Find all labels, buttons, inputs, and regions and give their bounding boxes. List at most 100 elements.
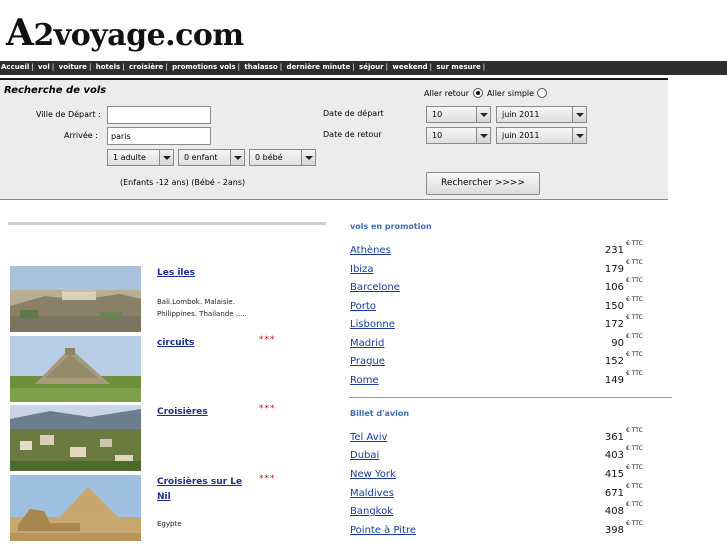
promo-city-link[interactable]: Madrid	[350, 338, 384, 349]
one-way-label: Aller simple	[487, 89, 535, 98]
section-divider	[349, 397, 672, 398]
destination-title-croisieres[interactable]: Croisières	[157, 405, 208, 420]
promo-price: 149	[604, 375, 624, 386]
search-submit-button[interactable]: Rechercher >>>>	[426, 172, 540, 195]
chevron-down-icon	[159, 150, 173, 165]
billet-city-link[interactable]: Bangkok	[350, 506, 393, 517]
nav-item-weekend[interactable]: weekend	[392, 63, 427, 71]
billet-city-link[interactable]: Tel Aviv	[350, 432, 387, 443]
destination-image-croisieres-nil[interactable]	[10, 475, 141, 541]
promo-row: Porto 150 € TTC	[350, 296, 650, 317]
nav-item-sejour[interactable]: séjour	[359, 63, 384, 71]
promo-city-link[interactable]: Lisbonne	[350, 319, 395, 330]
promo-unit: € TTC	[626, 296, 643, 303]
nav-item-thalasso[interactable]: thalasso	[244, 63, 277, 71]
promo-price: 152	[604, 356, 624, 367]
promo-price: 179	[604, 264, 624, 275]
nav-item-voiture[interactable]: voiture	[59, 63, 87, 71]
billet-row: Bangkok 408 € TTC	[350, 501, 650, 522]
promo-row: Madrid 90 € TTC	[350, 333, 650, 354]
left-column-divider	[8, 222, 326, 225]
chevron-down-icon	[301, 150, 315, 165]
promo-row: Ibiza 179 € TTC	[350, 259, 650, 280]
destination-image-circuits[interactable]	[10, 336, 141, 402]
departure-day-select[interactable]: 10	[426, 106, 491, 123]
destination-title-circuits[interactable]: circuits	[157, 336, 194, 351]
billet-city-link[interactable]: Maldives	[350, 488, 394, 499]
billet-city-link[interactable]: Pointe à Pitre	[350, 525, 416, 536]
billet-unit: € TTC	[626, 445, 643, 452]
destination-stars-croisieres: ***	[259, 404, 276, 414]
promo-city-link[interactable]: Rome	[350, 375, 379, 386]
destination-desc-les-iles-2: Philippines. Thailande .....	[157, 310, 247, 318]
billet-price: 398	[604, 525, 624, 536]
depart-city-input[interactable]	[107, 106, 211, 124]
billet-unit: € TTC	[626, 483, 643, 490]
promo-city-link[interactable]: Prague	[350, 356, 385, 367]
nav-item-hotels[interactable]: hotels	[96, 63, 120, 71]
billet-price: 361	[604, 432, 624, 443]
billet-unit: € TTC	[626, 464, 643, 471]
nav-item-derniere-minute[interactable]: dernière minute	[287, 63, 351, 71]
arrival-city-input[interactable]	[107, 127, 211, 145]
promo-price: 150	[604, 301, 624, 312]
round-trip-radio[interactable]	[473, 88, 483, 98]
babies-select[interactable]: 0 bébé	[249, 149, 316, 166]
return-month-value: juin 2011	[502, 131, 540, 140]
nav-item-accueil[interactable]: Accueil	[1, 63, 29, 71]
billet-price: 403	[604, 450, 624, 461]
promo-city-link[interactable]: Athènes	[350, 245, 391, 256]
billet-city-link[interactable]: Dubai	[350, 450, 379, 461]
promo-row: Athènes 231 € TTC	[350, 240, 650, 261]
destination-stars-circuits: ***	[259, 335, 276, 345]
chevron-down-icon	[230, 150, 244, 165]
billet-city-link[interactable]: New York	[350, 469, 396, 480]
nav-item-vol[interactable]: vol	[38, 63, 50, 71]
billet-row: Dubai 403 € TTC	[350, 445, 650, 466]
destination-image-croisieres[interactable]	[10, 405, 141, 471]
return-month-select[interactable]: juin 2011	[496, 127, 587, 144]
chevron-down-icon	[476, 107, 490, 122]
promo-unit: € TTC	[626, 351, 643, 358]
nav-item-promotions[interactable]: promotions vols	[172, 63, 235, 71]
promo-price: 90	[611, 338, 624, 349]
promo-city-link[interactable]: Ibiza	[350, 264, 373, 275]
promo-city-link[interactable]: Barcelone	[350, 282, 400, 293]
children-select[interactable]: 0 enfant	[178, 149, 245, 166]
promo-row: Lisbonne 172 € TTC	[350, 314, 650, 335]
promo-price: 231	[604, 245, 624, 256]
promo-row: Prague 152 € TTC	[350, 351, 650, 372]
promo-row: Barcelone 106 € TTC	[350, 277, 650, 298]
destination-title-line2: Nil	[157, 492, 171, 502]
return-day-select[interactable]: 10	[426, 127, 491, 144]
promo-city-link[interactable]: Porto	[350, 301, 376, 312]
destination-title-les-iles[interactable]: Les îles	[157, 266, 195, 281]
return-day-value: 10	[432, 131, 443, 140]
billet-row: Pointe à Pitre 398 € TTC	[350, 520, 650, 541]
destination-title-croisieres-nil[interactable]: Croisières sur Le Nil	[157, 475, 242, 505]
billet-unit: € TTC	[626, 501, 643, 508]
nav-item-sur-mesure[interactable]: sur mesure	[436, 63, 480, 71]
one-way-radio[interactable]	[537, 88, 547, 98]
promo-unit: € TTC	[626, 333, 643, 340]
adults-select[interactable]: 1 adulte	[107, 149, 174, 166]
departure-date-label: Date de départ	[323, 109, 384, 118]
chevron-down-icon	[572, 107, 586, 122]
departure-month-value: juin 2011	[502, 110, 540, 119]
promo-unit: € TTC	[626, 370, 643, 377]
destination-image-les-iles[interactable]	[10, 266, 141, 332]
search-title: Recherche de vols	[4, 85, 107, 96]
nav-item-croisiere[interactable]: croisière	[129, 63, 163, 71]
destination-stars-croisieres-nil: ***	[259, 474, 276, 484]
billet-unit: € TTC	[626, 520, 643, 527]
billet-section-title: Billet d'avion	[350, 409, 410, 418]
billet-row: Maldives 671 € TTC	[350, 483, 650, 504]
departure-day-value: 10	[432, 110, 443, 119]
main-nav: Accueil | vol | voiture | hotels | croisière…	[0, 61, 727, 75]
chevron-down-icon	[572, 128, 586, 143]
departure-month-select[interactable]: juin 2011	[496, 106, 587, 123]
billet-unit: € TTC	[626, 427, 643, 434]
billet-price: 408	[604, 506, 624, 517]
site-logo[interactable]: A2voyage.com	[6, 12, 244, 54]
children-value: 0 enfant	[184, 153, 218, 162]
